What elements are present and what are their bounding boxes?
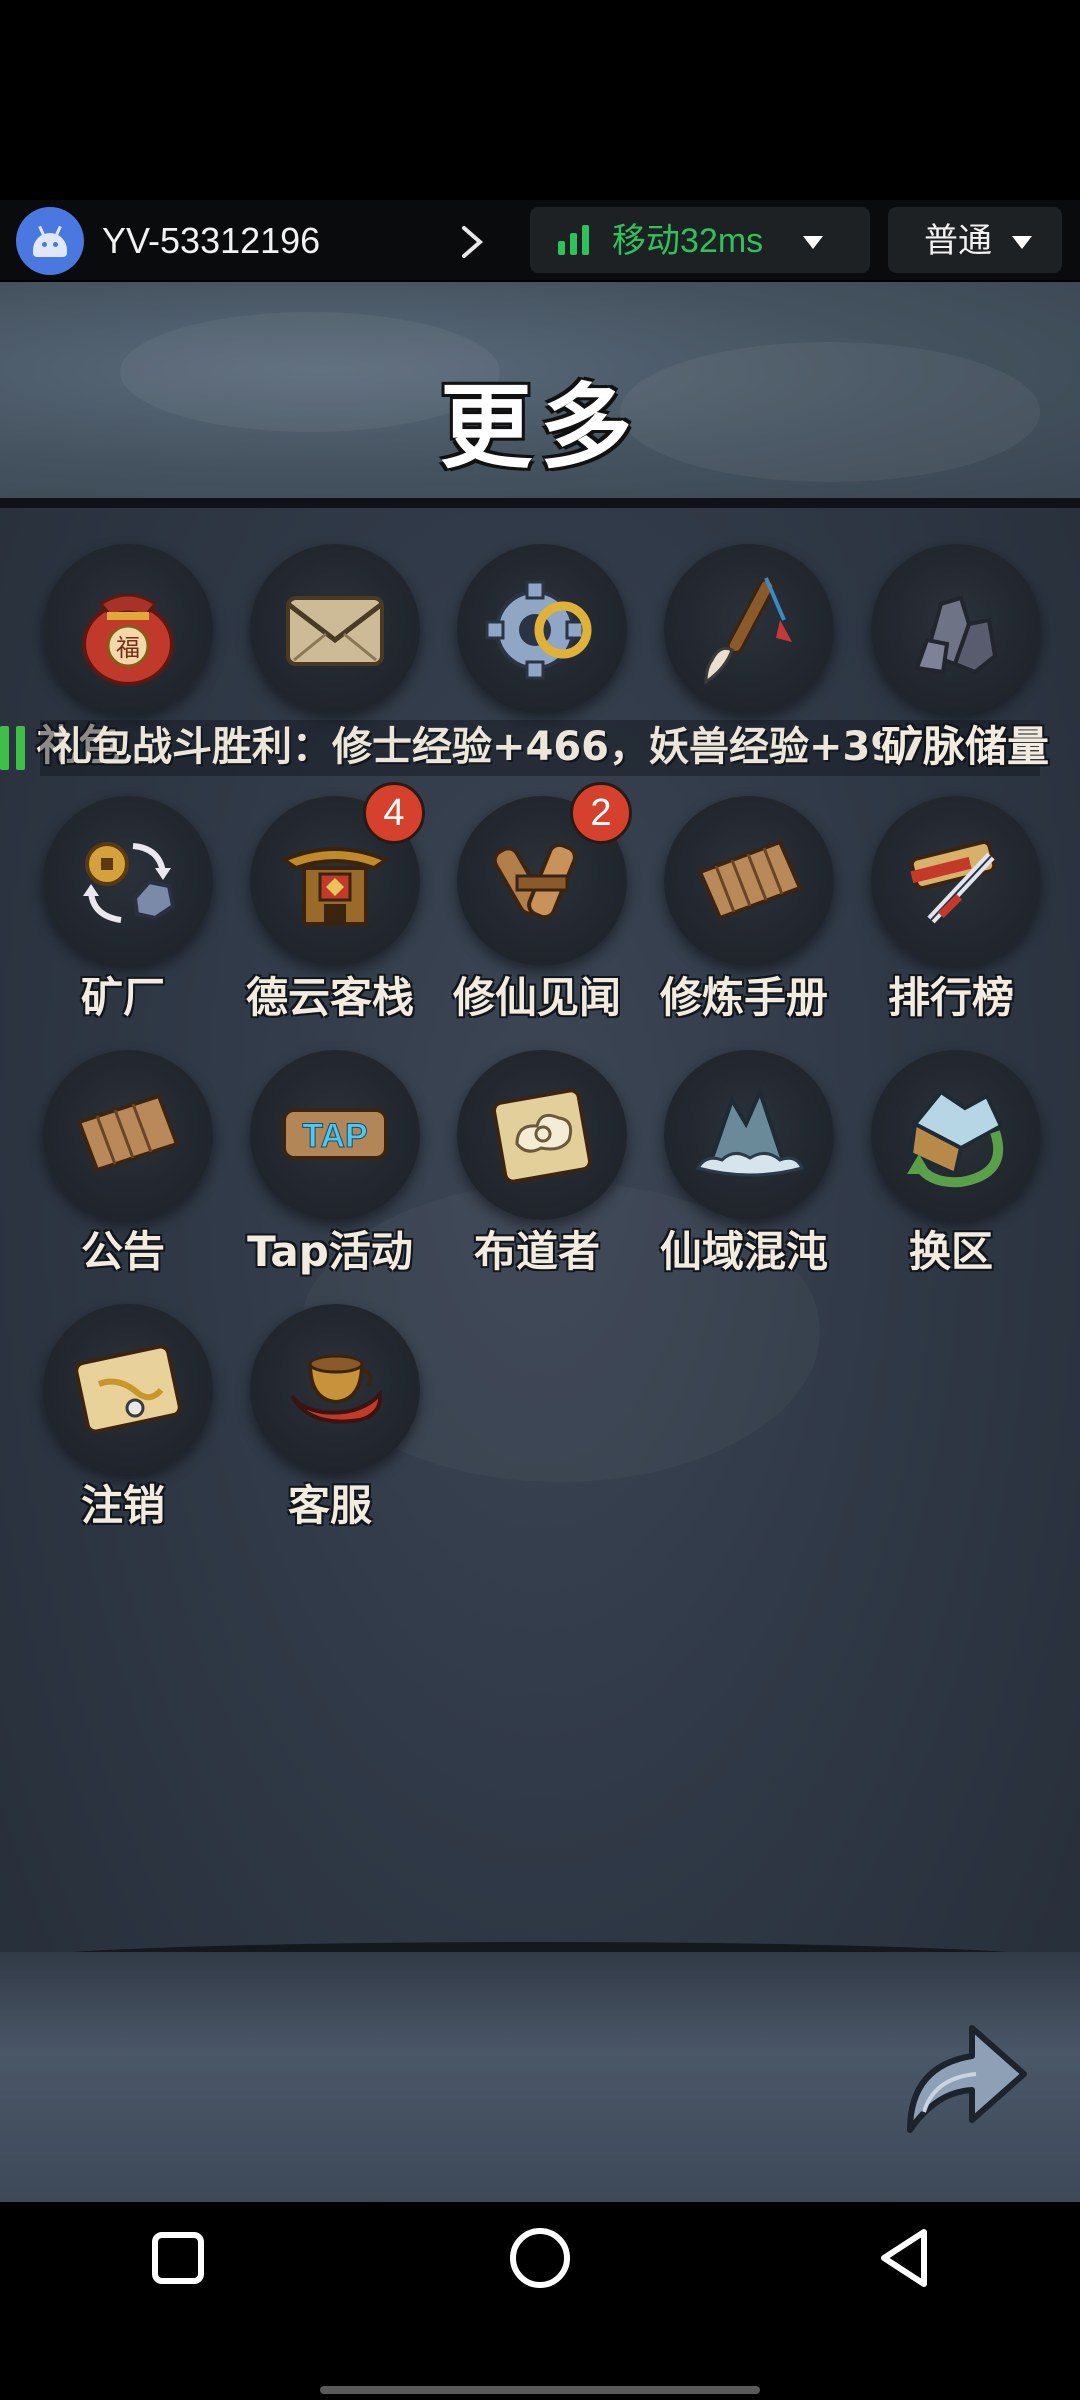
cloud-scroll-icon [457,1050,627,1220]
svg-text:福: 福 [116,634,140,662]
sword-scroll-icon [871,796,1041,966]
battle-ticker: 礼包战斗胜利：修士经验+466，妖兽经验+397 矿脉储量 [0,714,1080,780]
header-divider [0,498,1080,508]
menu-tile-chaos[interactable]: 仙域混沌 [649,1050,839,1290]
world-map-icon [871,1050,1041,1220]
lucky-bag-icon: 福 [43,544,213,714]
ore-icon [871,544,1041,714]
gear-icon [457,544,627,714]
tap-sign-icon: TAP [250,1050,420,1220]
bamboo-book-icon [664,796,834,966]
chevron-right-icon[interactable] [452,222,492,262]
chevron-down-icon [803,236,823,249]
menu-label: 矿脉储量 [880,722,1049,771]
chevron-down-icon [1012,236,1032,249]
menu-tile-service[interactable]: 客服 [235,1304,425,1544]
menu-tile-notice[interactable]: 公告 [28,1050,218,1290]
menu-label: 矿厂 [80,973,165,1022]
return-arrow-icon[interactable] [890,2002,1040,2152]
menu-label: 修仙见闻 [452,973,621,1022]
home-button[interactable] [510,2228,570,2288]
notification-badge: 2 [570,782,632,844]
menu-label: 排行榜 [887,973,1014,1022]
menu-tile-logout[interactable]: 注销 [28,1304,218,1544]
menu-label: Tap活动 [247,1227,413,1276]
mountain-cloud-icon [664,1050,834,1220]
signal-bars-icon [558,225,592,255]
menu-tile-ranking[interactable]: 排行榜 [856,796,1046,1036]
menu-tile-tap[interactable]: TAP Tap活动 [235,1050,425,1290]
quality-label: 普通 [924,221,992,261]
menu-label: 换区 [908,1227,993,1276]
status-bar-area [0,0,1080,200]
teacup-icon [250,1304,420,1474]
menu-label: 仙域混沌 [659,1227,828,1276]
ticker-handle[interactable] [0,726,9,770]
network-latency-label: 移动32ms [612,222,764,260]
menu-tile-handbook[interactable]: 修炼手册 [649,796,839,1036]
menu-label: 修炼手册 [659,973,828,1022]
menu-label: 注销 [80,1481,165,1530]
notification-badge: 4 [363,782,425,844]
mail-icon [250,544,420,714]
android-avatar-icon[interactable] [16,207,84,275]
menu-label: 布道者 [473,1227,600,1276]
notice-icon [43,1050,213,1220]
menu-tile-cultivation[interactable]: 2 修仙见闻 [442,782,632,1036]
menu-label: 客服 [287,1481,372,1530]
tap-sign-text: TAP [302,1117,367,1155]
menu-tile-mine[interactable]: 矿厂 [28,796,218,1036]
device-id-label[interactable]: YV-53312196 [102,216,320,266]
menu-tile-switch[interactable]: 换区 [856,1050,1046,1290]
game-screen: 更多 福 礼包 礼包战斗胜利：修士经验+466，妖兽经验+397 矿脉储量 矿厂… [0,282,1080,2202]
page-title: 更多 [440,373,641,481]
map-scroll-icon [43,1304,213,1474]
recent-apps-button[interactable] [152,2232,204,2284]
gesture-handle[interactable] [320,2386,760,2394]
menu-tile-preacher[interactable]: 布道者 [442,1050,632,1290]
menu-label: 德云客栈 [245,973,414,1022]
brush-icon [664,544,834,714]
back-button[interactable] [876,2226,932,2290]
mine-exchange-icon [43,796,213,966]
menu-label: 公告 [80,1227,165,1276]
ticker-handle [16,726,25,770]
menu-tile-inn[interactable]: 4 德云客栈 [235,782,425,1036]
